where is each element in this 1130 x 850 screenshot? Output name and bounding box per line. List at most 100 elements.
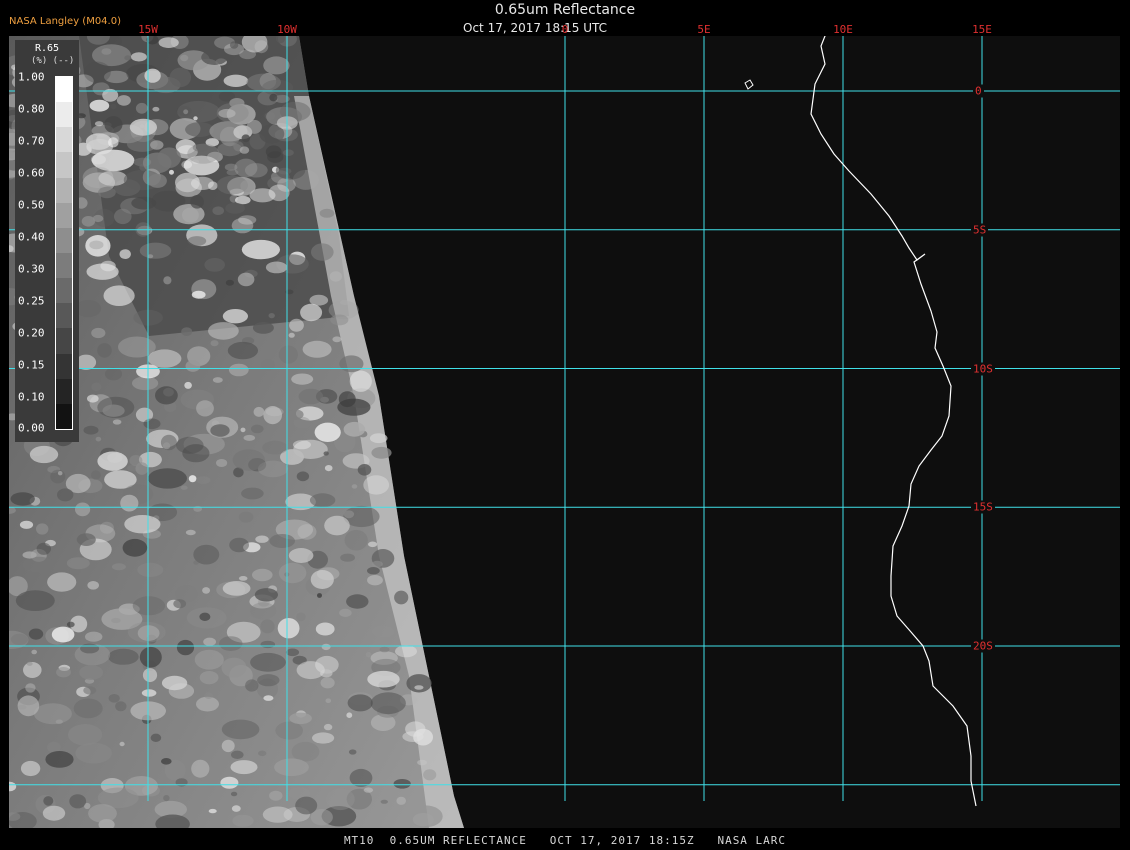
island (744, 79, 754, 90)
cloud-patch (260, 640, 276, 649)
cloud-patch (241, 134, 250, 143)
cloud-patch (176, 436, 204, 454)
cloud-patch (332, 336, 342, 343)
cloud-patch (204, 258, 225, 272)
cloud-patch (324, 515, 350, 536)
legend-swatch (56, 252, 72, 279)
legend-swatch (56, 202, 72, 228)
cloud-patch (326, 788, 355, 811)
cloud-patch (193, 116, 198, 121)
cloud-patch (417, 759, 427, 766)
cloud-patch (315, 622, 335, 636)
cloud-patch (371, 560, 383, 568)
cloud-patch (51, 626, 75, 643)
cloud-patch (288, 548, 314, 563)
cloud-patch (237, 272, 255, 287)
cloud-patch (371, 446, 392, 459)
cloud-patch (191, 759, 210, 778)
cloud-patch (94, 121, 104, 127)
cloud-patch (289, 712, 312, 724)
map-canvas (9, 36, 1120, 828)
legend-tick-label: 0.20 (18, 326, 45, 340)
longitude-label: 15W (138, 23, 158, 36)
cloud-patch (91, 470, 101, 480)
legend-swatch (56, 353, 72, 379)
cloud-patch (257, 674, 280, 687)
legend-tick-label: 0.25 (18, 294, 45, 308)
cloud-patch (349, 768, 373, 787)
cloud-patch (66, 621, 75, 628)
cloud-patch (369, 433, 388, 444)
cloud-patch (232, 449, 265, 471)
cloud-patch (111, 563, 126, 571)
satellite-map[interactable]: 0 5S 10S 15S 20S (9, 36, 1120, 828)
cloud-patch (393, 779, 411, 789)
cloud-patch (28, 628, 44, 640)
cloud-patch (76, 533, 96, 546)
cloud-patch (98, 186, 116, 199)
cloud-patch (173, 599, 187, 609)
latitude-label: 5S (971, 223, 989, 237)
cloud-patch (240, 179, 255, 193)
cloud-patch (394, 590, 409, 605)
cloud-patch (208, 322, 239, 340)
cloud-patch (363, 475, 390, 495)
cloud-patch (185, 360, 201, 372)
legend-tick-label: 0.40 (18, 230, 45, 244)
cloud-patch (344, 529, 368, 551)
cloud-patch (132, 376, 159, 391)
cloud-patch (169, 67, 191, 88)
cloud-patch (148, 173, 167, 188)
cloud-patch (108, 694, 120, 703)
cloud-patch (249, 602, 277, 620)
cloud-patch (260, 619, 275, 634)
cloud-patch (263, 406, 282, 425)
cloud-patch (314, 422, 341, 442)
cloud-patch (129, 118, 157, 136)
cloud-patch (229, 537, 250, 553)
cloud-patch (137, 562, 164, 578)
cloud-patch (68, 724, 103, 746)
legend-title: R.65 (34, 43, 60, 54)
cloud-patch (365, 651, 372, 658)
cloud-patch (324, 465, 333, 472)
cloud-patch (161, 758, 172, 765)
cloud-patch (194, 649, 224, 670)
longitude-label: 0 (561, 23, 569, 36)
cloud-patch (414, 685, 424, 690)
cloud-patch (363, 787, 374, 793)
cloud-patch (124, 515, 161, 534)
cloud-patch (75, 300, 102, 318)
cloud-patch (351, 484, 358, 489)
cloud-patch (317, 593, 322, 598)
cloud-patch (298, 388, 324, 405)
cloud-patch (196, 696, 219, 712)
cloud-patch (115, 701, 127, 712)
cloud-patch (295, 796, 318, 815)
cloud-patch (223, 74, 249, 87)
cloud-patch (208, 808, 217, 814)
cloud-patch (89, 240, 104, 250)
legend-tick-label: 0.00 (18, 421, 45, 435)
cloud-patch (230, 760, 258, 775)
cloud-patch (225, 202, 245, 214)
cloud-patch (212, 377, 223, 383)
cloud-patch (85, 133, 112, 150)
cloud-patch (240, 427, 246, 433)
longitude-label: 10E (833, 23, 853, 36)
cloud-patch (262, 806, 293, 823)
cloud-patch (180, 485, 188, 490)
cloud-patch (103, 285, 135, 306)
cloud-patch (132, 596, 166, 616)
legend-swatch (56, 177, 72, 203)
cloud-patch (130, 52, 147, 62)
cloud-patch (309, 493, 336, 508)
cloud-patch (379, 646, 390, 653)
legend-tick-label: 0.10 (18, 390, 45, 404)
cloud-patch (80, 643, 100, 654)
cloud-patch (238, 576, 248, 581)
cloud-patch (269, 93, 278, 102)
cloud-patch (42, 805, 66, 821)
cloud-patch (329, 271, 342, 282)
cloud-patch (210, 340, 219, 347)
